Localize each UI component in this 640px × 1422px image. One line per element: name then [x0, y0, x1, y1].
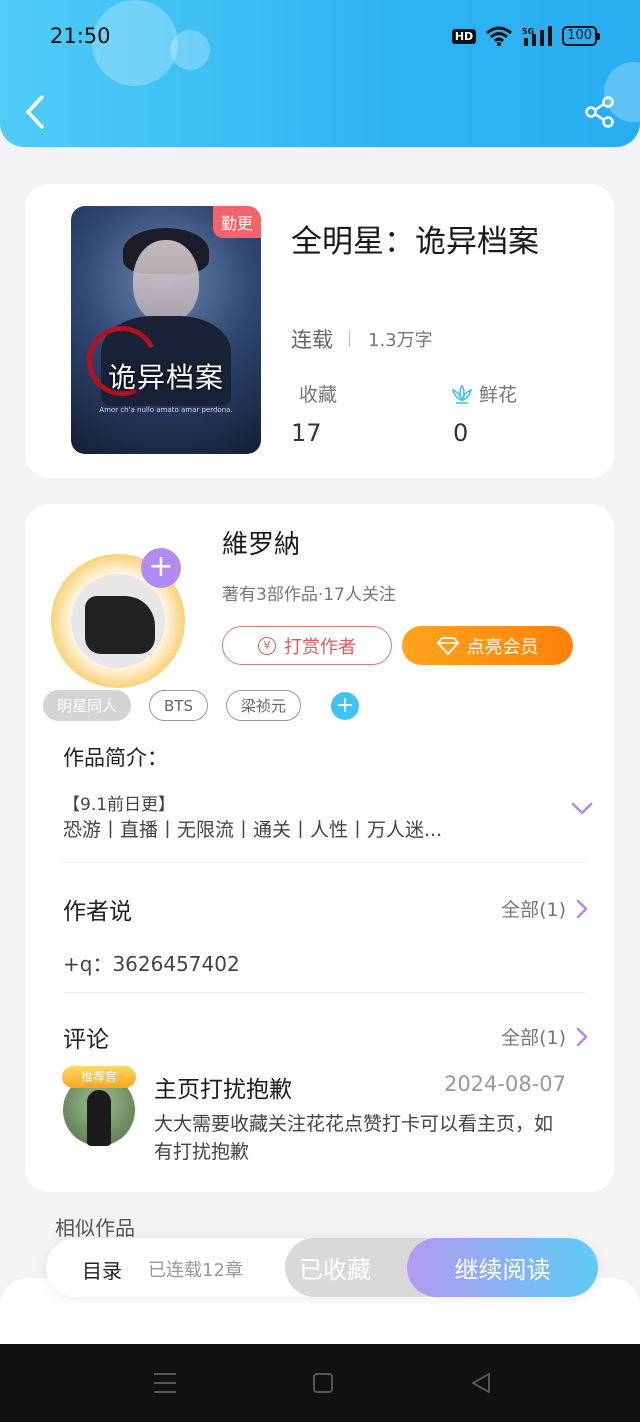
toc-button[interactable]: 目录 [82, 1255, 122, 1284]
commenter-name[interactable]: 主页打扰抱歉 [154, 1070, 292, 1104]
signal-icon: 5G [522, 26, 553, 46]
comments-all-link[interactable]: 全部(1) [501, 1023, 588, 1050]
flowers-value: 0 [453, 419, 469, 447]
cover-title: 诡异档案 [107, 361, 224, 394]
chevron-down-icon[interactable] [571, 802, 593, 816]
author-says-text: +q：3626457402 [63, 952, 240, 976]
author-says-all-link[interactable]: 全部(1) [501, 895, 588, 922]
book-status-line: 连载 1.3万字 [291, 324, 433, 354]
chevron-right-icon [576, 1027, 588, 1046]
decor-bubble [170, 30, 210, 70]
comments-heading: 评论 [63, 1027, 109, 1053]
vip-button[interactable]: 点亮会员 [402, 626, 573, 665]
bottom-action-bar: 目录 已连载12章 已收藏 继续阅读 [46, 1238, 598, 1297]
intro-heading: 作品简介： [63, 746, 168, 770]
divider [63, 862, 586, 863]
tag-row: 明星同人 BTS 梁祯元 + [43, 690, 360, 721]
intro-line-1: 【9.1前日更】 [63, 795, 176, 815]
continue-reading-button[interactable]: 继续阅读 [407, 1238, 598, 1297]
intro-line-2: 恐游丨直播丨无限流丨通关丨人性丨万人迷... [63, 819, 443, 841]
recommender-badge: 推荐官 [62, 1066, 136, 1088]
author-card: + 維罗納 著有3部作品·17人关注 ¥ 打赏作者 点亮会员 明星同人 BTS … [25, 504, 614, 1192]
battery-icon: 100 [562, 26, 600, 46]
flowers-stat[interactable]: 鲜花 0 [451, 380, 517, 447]
status-icons: HD 5G 100 [451, 26, 600, 46]
comment-text[interactable]: 大大需要收藏关注花花点赞打卡可以看主页，如有打扰抱歉 [154, 1110, 554, 1166]
author-says-heading: 作者说 [63, 899, 132, 925]
favorites-value: 17 [291, 419, 322, 447]
lotus-icon [451, 384, 473, 404]
book-title: 全明星：诡异档案 [291, 224, 539, 260]
yen-icon: ¥ [258, 636, 276, 655]
share-icon[interactable] [584, 96, 616, 128]
wifi-icon [486, 26, 513, 46]
cover-subtitle: Amor ch'a nullo amato amar perdona. [99, 406, 233, 414]
favorites-label: 收藏 [299, 384, 338, 406]
chevron-right-icon [576, 899, 588, 918]
reward-label: 打赏作者 [284, 636, 356, 658]
diamond-icon [436, 636, 459, 655]
menu-icon[interactable] [153, 1372, 177, 1394]
home-icon[interactable] [312, 1372, 334, 1394]
book-info-card: 诡异档案 Amor ch'a nullo amato amar perdona.… [25, 184, 614, 478]
tag-chip[interactable]: BTS [149, 690, 208, 721]
book-cover[interactable]: 诡异档案 Amor ch'a nullo amato amar perdona.… [71, 206, 261, 454]
comment-date: 2024-08-07 [443, 1072, 566, 1096]
comments-all-label: 全部(1) [501, 1027, 566, 1049]
header-bar: 21:50 HD 5G 100 [0, 0, 640, 147]
tag-chip[interactable]: 明星同人 [43, 690, 132, 721]
reward-author-button[interactable]: ¥ 打赏作者 [222, 626, 392, 665]
back-icon[interactable] [22, 94, 48, 130]
similar-works-heading: 相似作品 [55, 1216, 135, 1240]
word-count: 1.3万字 [368, 330, 433, 351]
battery-level: 100 [562, 26, 597, 46]
tag-chip[interactable]: 梁祯元 [226, 690, 302, 721]
continue-reading-label: 继续阅读 [454, 1256, 551, 1284]
update-tag: 勤更 [212, 206, 261, 238]
flowers-label: 鲜花 [479, 384, 518, 406]
system-nav-bar [0, 1344, 640, 1422]
hd-icon: HD [451, 28, 477, 44]
favorites-stat: 收藏 17 [291, 380, 338, 447]
back-nav-icon[interactable] [470, 1372, 492, 1394]
chapter-count: 已连载12章 [148, 1260, 243, 1281]
author-name[interactable]: 維罗納 [222, 524, 300, 561]
status-time: 21:50 [50, 24, 111, 48]
collected-label: 已收藏 [299, 1256, 371, 1284]
author-meta: 著有3部作品·17人关注 [222, 585, 396, 605]
divider [63, 992, 586, 993]
author-says-all-label: 全部(1) [501, 899, 566, 921]
add-tag-icon[interactable]: + [331, 691, 360, 720]
vip-label: 点亮会员 [466, 636, 539, 658]
serial-status: 连载 [291, 328, 333, 352]
follow-plus-icon[interactable]: + [141, 548, 181, 588]
